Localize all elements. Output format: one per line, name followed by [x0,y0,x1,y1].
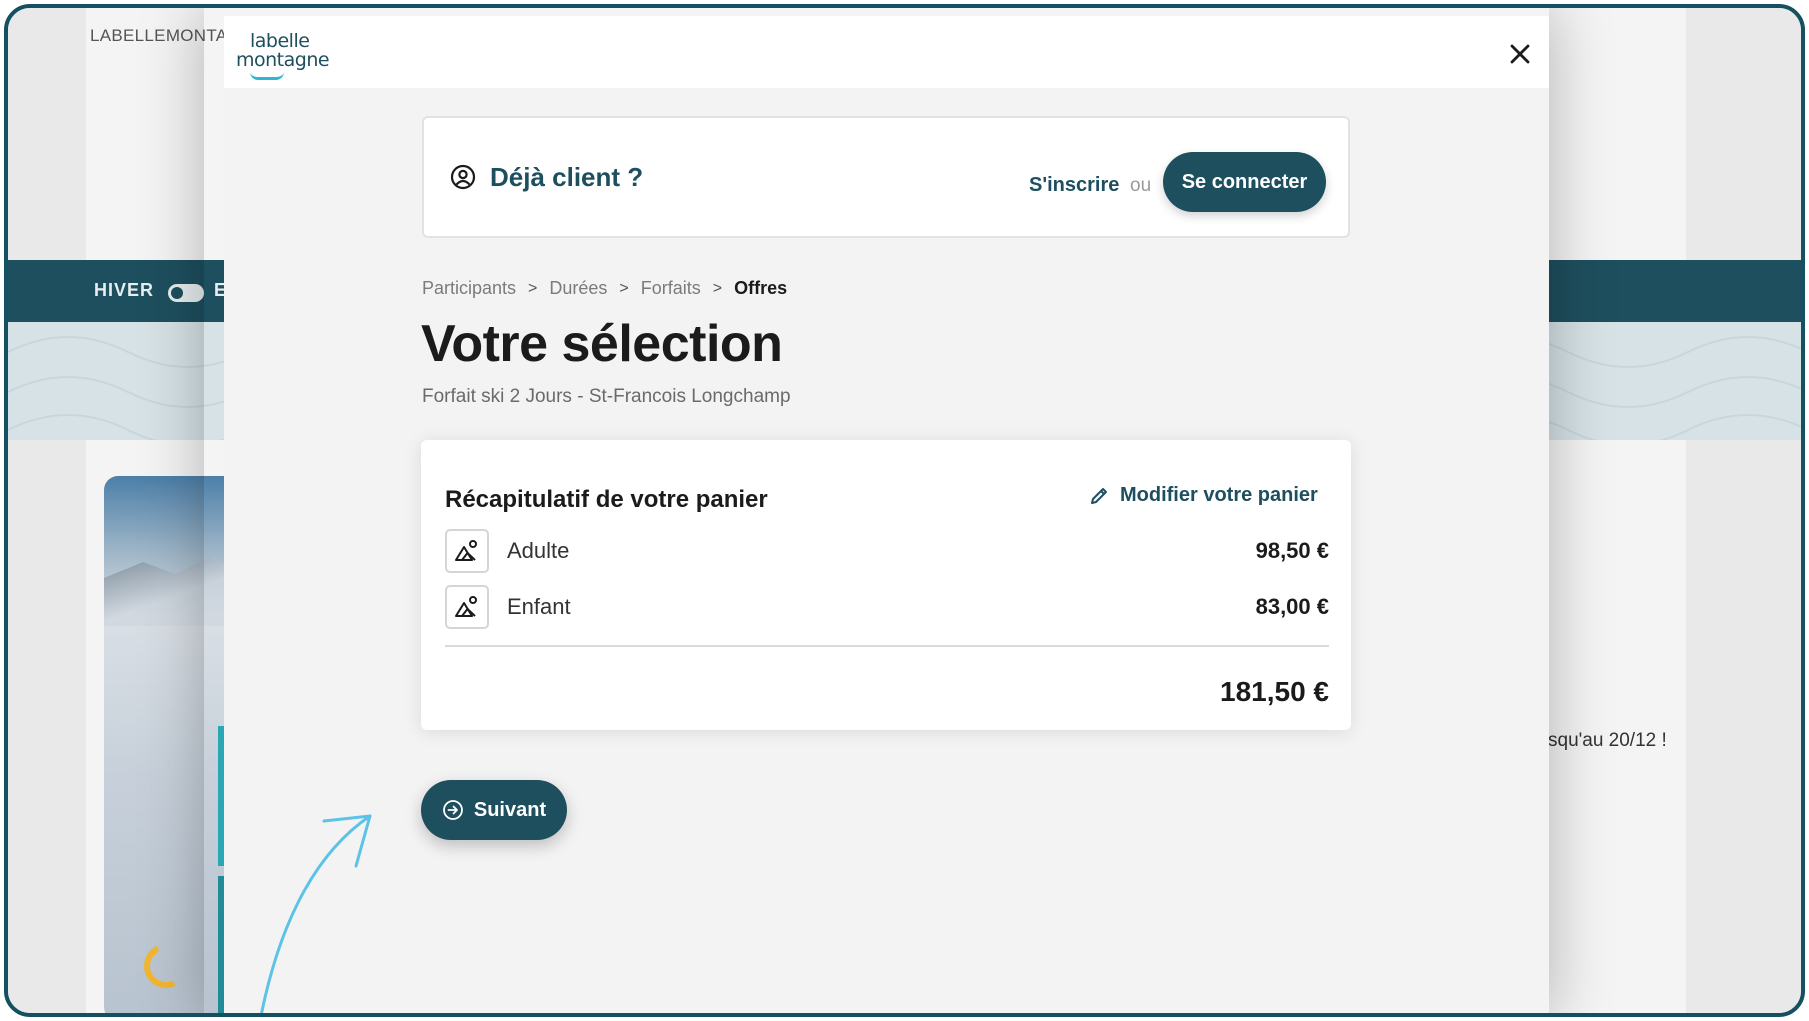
cart-item-price: 83,00 € [1255,594,1329,619]
cart-item-label: Enfant [507,594,571,619]
season-toggle[interactable] [168,284,204,302]
login-button[interactable]: Se connecter [1163,152,1326,212]
season-label: HIVER [94,280,155,300]
arrow-right-circle-icon [442,800,463,820]
next-button[interactable]: Suivant [421,780,567,840]
cart-line-item: Enfant 83,00 € [445,584,1329,630]
screenshot-frame: LABELLEMONTAG HIVER E squ'au 20/12 ! lab… [4,4,1805,1017]
breadcrumb-offres: Offres [734,278,788,298]
login-title: Déjà client ? [490,162,644,192]
cart-item-price: 98,50 € [1255,538,1329,563]
chevron-right-icon: > [619,279,629,297]
mountain-person-icon [445,585,489,629]
cart-total: 181,50 € [1220,676,1329,707]
chevron-right-icon: > [528,279,538,297]
breadcrumb-durees[interactable]: Durées [549,278,607,299]
edit-cart-link[interactable]: Modifier votre panier [1088,484,1318,507]
edit-cart-label: Modifier votre panier [1120,484,1318,506]
breadcrumb-forfaits[interactable]: Forfaits [641,278,701,299]
page-subtitle: Forfait ski 2 Jours - St-Francois Longch… [422,386,791,407]
background-promo-text: squ'au 20/12 ! [1548,730,1667,751]
pencil-icon [1091,487,1107,504]
mountain-person-icon [445,529,489,573]
cart-summary-title: Récapitulatif de votre panier [445,486,768,513]
login-card: Déjà client ? S'inscrire ou Se connecter [422,116,1350,238]
page-title: Votre sélection [421,315,783,373]
user-circle-icon [450,164,476,190]
chevron-right-icon: > [712,279,723,297]
breadcrumb: Participants > Durées > Forfaits > Offre… [422,278,787,299]
modal-header: labelle montagne [224,16,1549,88]
brand-logo: labelle montagne [236,30,336,80]
cart-item-label: Adulte [507,538,570,563]
breadcrumb-participants[interactable]: Participants [422,278,516,299]
booking-modal: labelle montagne Déjà client ? S'inscrir… [224,16,1549,1013]
cart-summary-card: Récapitulatif de votre panier Modifier v… [421,440,1351,730]
close-icon [1510,44,1530,64]
cart-line-item: Adulte 98,50 € [445,528,1329,574]
cart-divider [445,645,1329,647]
brand-logo-line2: montagne [236,49,330,71]
brand-swoosh [250,72,284,80]
next-button-label: Suivant [473,798,547,821]
moon-logo-icon [137,937,195,995]
close-button[interactable] [1506,40,1534,68]
signup-link[interactable]: S'inscrire [1029,174,1119,197]
or-separator: ou [1130,175,1152,196]
